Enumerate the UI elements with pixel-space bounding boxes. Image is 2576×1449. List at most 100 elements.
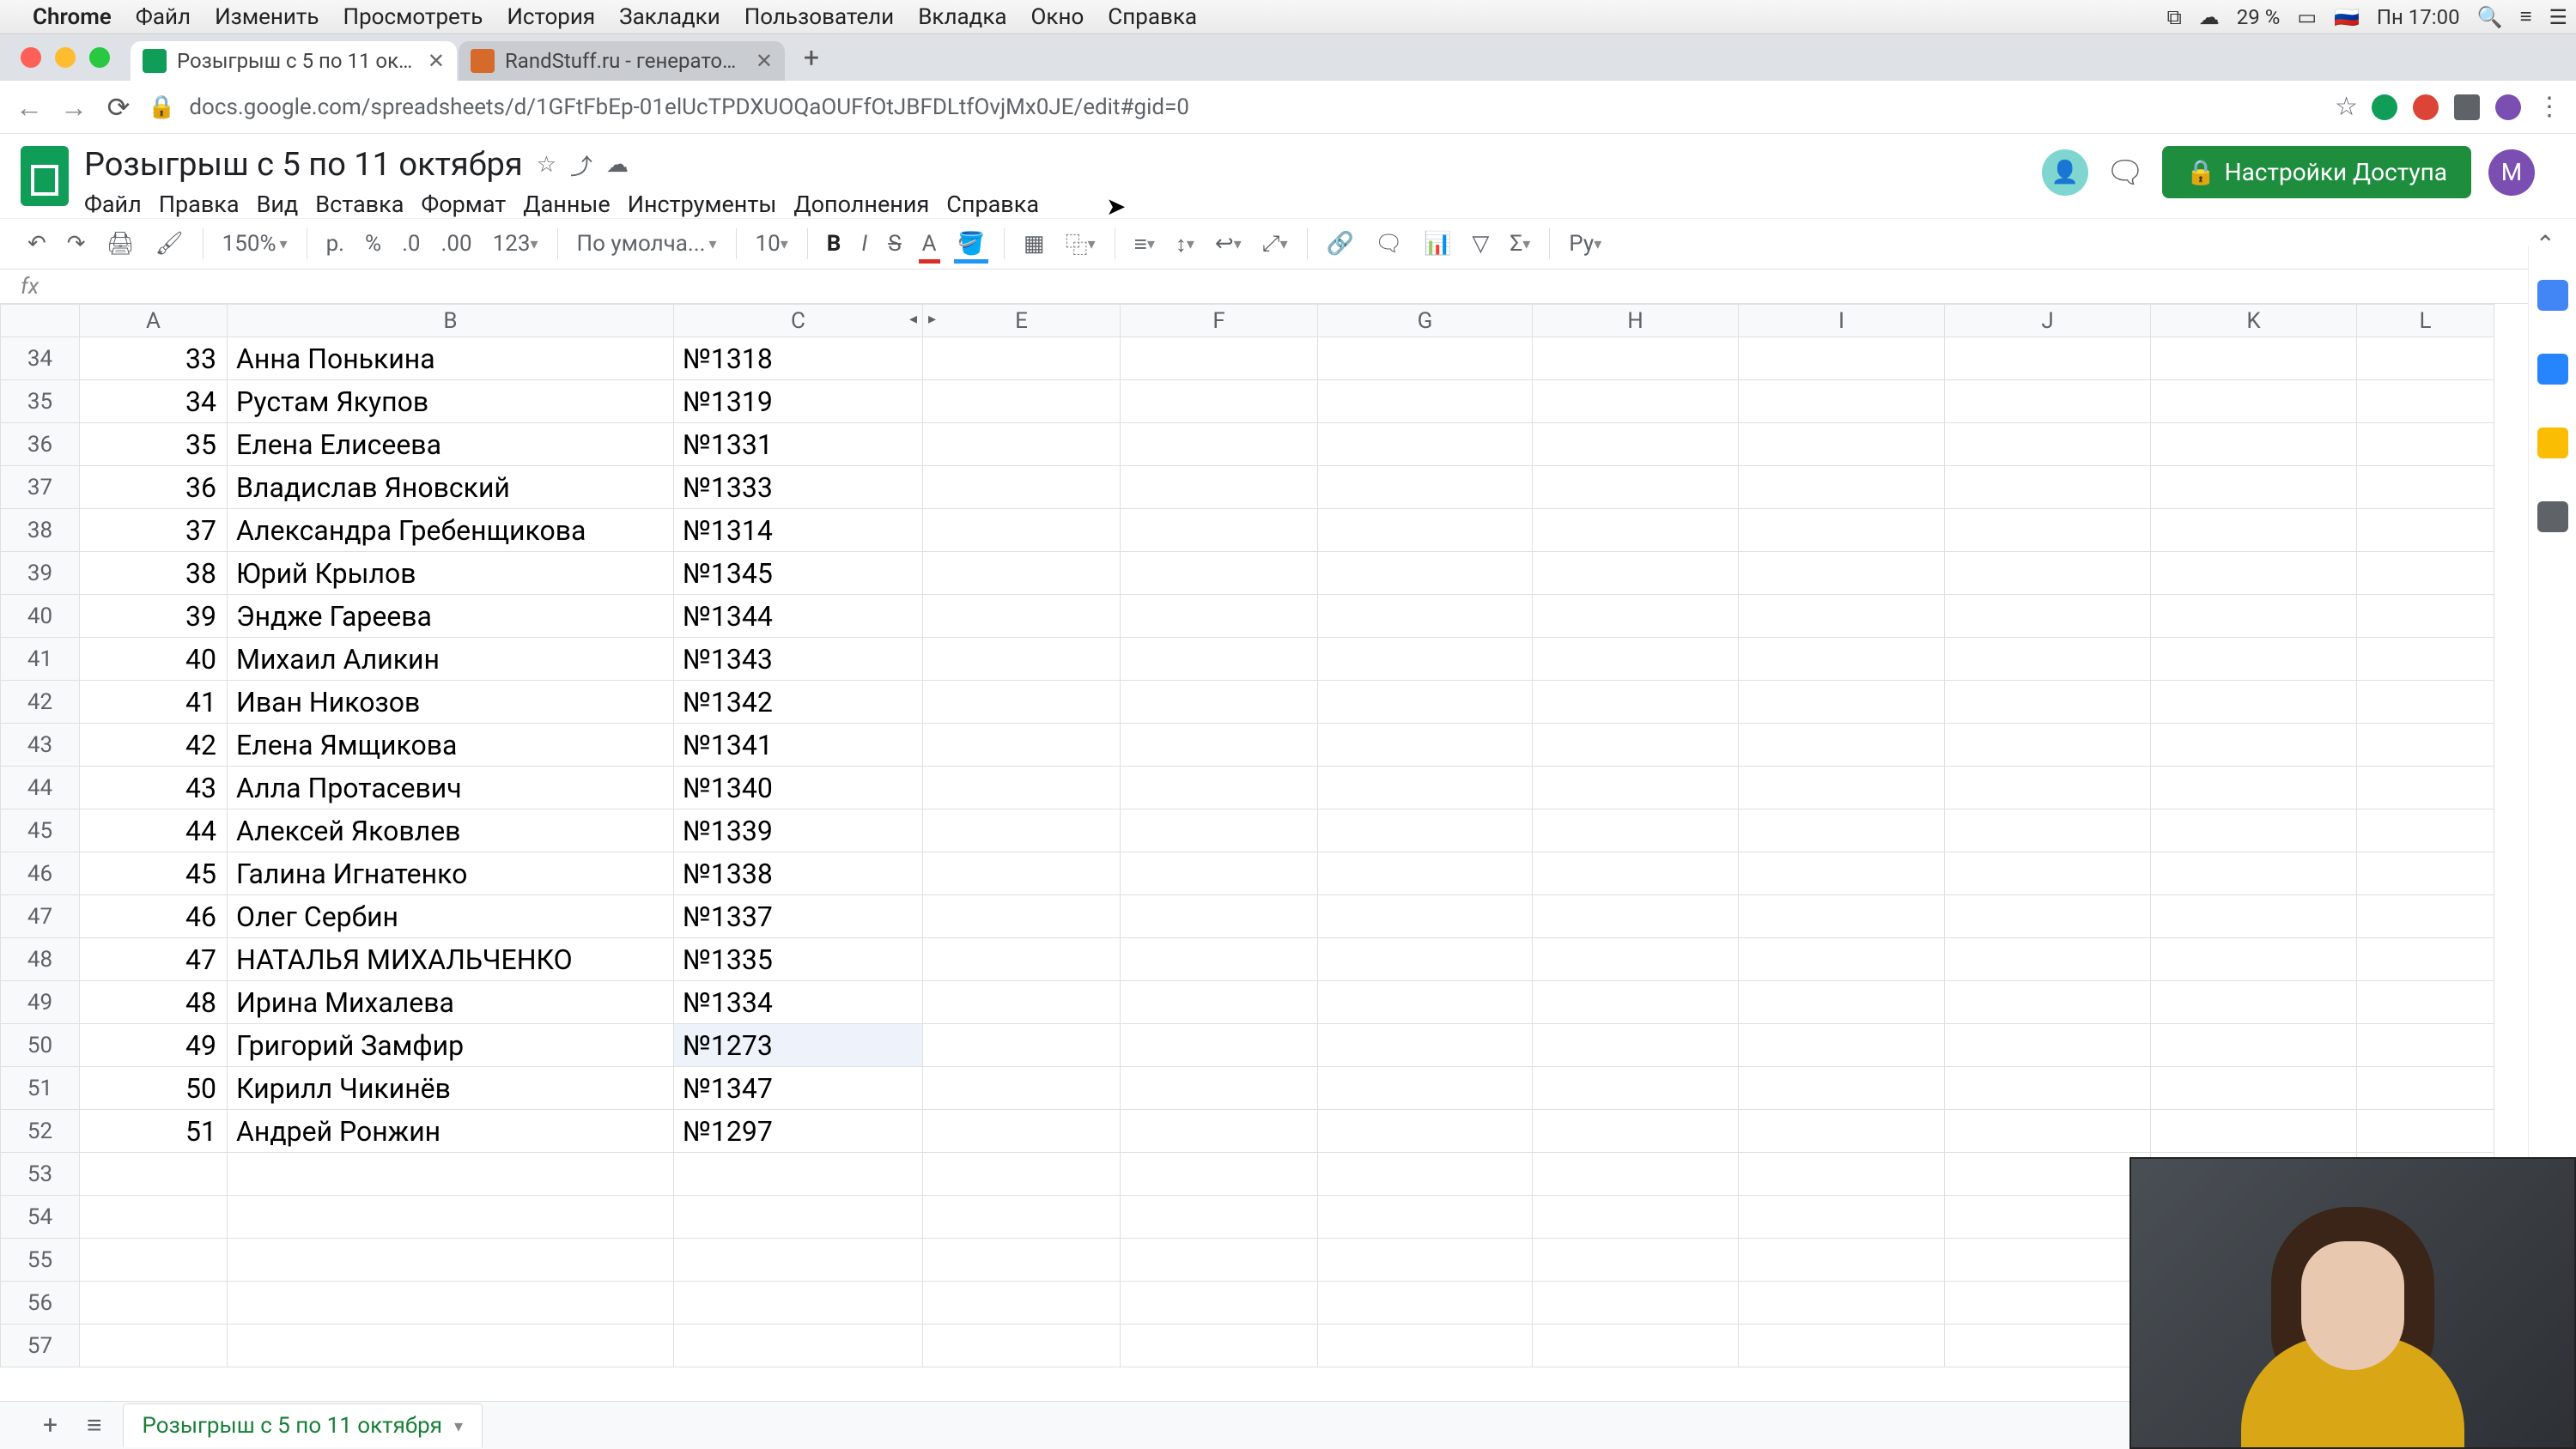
- star-icon[interactable]: ☆: [537, 152, 556, 178]
- cell-L[interactable]: [2357, 509, 2494, 552]
- cell-I[interactable]: [1739, 981, 1945, 1024]
- cell-A[interactable]: 39: [80, 595, 228, 638]
- cell-H[interactable]: [1533, 466, 1739, 509]
- mac-menu-file[interactable]: Файл: [136, 4, 191, 30]
- cell-K[interactable]: [2151, 337, 2357, 380]
- mac-menu-people[interactable]: Пользователи: [744, 4, 894, 30]
- cell-B[interactable]: Андрей Ронжин: [228, 1110, 674, 1153]
- cell-B[interactable]: Иван Никозов: [228, 681, 674, 724]
- cell-F[interactable]: [1121, 681, 1318, 724]
- cell-E[interactable]: [923, 938, 1121, 981]
- table-row[interactable]: 4746Олег Сербин№1337: [1, 895, 2494, 938]
- cell-H[interactable]: [1533, 809, 1739, 852]
- print-icon[interactable]: 🖨: [100, 227, 142, 260]
- cell-K[interactable]: [2151, 466, 2357, 509]
- cell-L[interactable]: [2357, 767, 2494, 809]
- select-all-corner[interactable]: [1, 305, 80, 337]
- row-header[interactable]: 56: [1, 1282, 80, 1325]
- table-row[interactable]: 5251Андрей Ронжин№1297: [1, 1110, 2494, 1153]
- cell-B[interactable]: Галина Игнатенко: [228, 852, 674, 895]
- bookmark-star-icon[interactable]: ☆: [2335, 92, 2358, 122]
- lock-icon[interactable]: 🔒: [148, 94, 175, 120]
- table-row[interactable]: 4443Алла Протасевич№1340: [1, 767, 2494, 809]
- cell-C[interactable]: №1319: [674, 380, 923, 423]
- row-header[interactable]: 51: [1, 1067, 80, 1110]
- clock[interactable]: Пн 17:00: [2377, 5, 2460, 29]
- spotlight-icon[interactable]: 🔍: [2477, 5, 2503, 29]
- cell-G[interactable]: [1318, 724, 1533, 767]
- cell-B[interactable]: НАТАЛЬЯ МИХАЛЬЧЕНКО: [228, 938, 674, 981]
- cell-H[interactable]: [1533, 681, 1739, 724]
- cell-F[interactable]: [1121, 1239, 1318, 1282]
- cell-I[interactable]: [1739, 509, 1945, 552]
- cell-G[interactable]: [1318, 337, 1533, 380]
- horizontal-align[interactable]: ≡: [1127, 227, 1162, 261]
- strikethrough-button[interactable]: S: [881, 227, 908, 260]
- mac-menu-window[interactable]: Окно: [1031, 4, 1084, 30]
- cell-H[interactable]: [1533, 724, 1739, 767]
- extensions-icon[interactable]: [2454, 94, 2480, 120]
- col-header-E[interactable]: ▸ E: [923, 305, 1121, 337]
- cell-K[interactable]: [2151, 509, 2357, 552]
- cell-F[interactable]: [1121, 981, 1318, 1024]
- table-row[interactable]: 55: [1, 1239, 2494, 1282]
- ext-icon-1[interactable]: [2372, 94, 2397, 120]
- format-percent[interactable]: %: [358, 227, 388, 260]
- cell-I[interactable]: [1739, 638, 1945, 681]
- row-header[interactable]: 39: [1, 552, 80, 595]
- cell-A[interactable]: 50: [80, 1067, 228, 1110]
- row-header[interactable]: 46: [1, 852, 80, 895]
- cell-E[interactable]: [923, 466, 1121, 509]
- cell-H[interactable]: [1533, 1239, 1739, 1282]
- cell-H[interactable]: [1533, 1196, 1739, 1239]
- cell-J[interactable]: [1945, 852, 2151, 895]
- undo-icon[interactable]: ↶: [21, 227, 53, 260]
- col-header-H[interactable]: H: [1533, 305, 1739, 337]
- chrome-menu-icon[interactable]: ⋮: [2537, 92, 2562, 122]
- cell-F[interactable]: [1121, 1067, 1318, 1110]
- more-formats[interactable]: 123: [486, 227, 545, 260]
- text-rotation[interactable]: ⤢: [1255, 227, 1295, 261]
- italic-button[interactable]: I: [854, 227, 874, 260]
- mac-menu-help[interactable]: Справка: [1108, 4, 1197, 30]
- cell-G[interactable]: [1318, 1239, 1533, 1282]
- cell-C[interactable]: [674, 1239, 923, 1282]
- cell-I[interactable]: [1739, 1024, 1945, 1067]
- cell-A[interactable]: [80, 1282, 228, 1325]
- cell-F[interactable]: [1121, 638, 1318, 681]
- cell-F[interactable]: [1121, 552, 1318, 595]
- col-header-J[interactable]: J: [1945, 305, 2151, 337]
- cell-K[interactable]: [2151, 895, 2357, 938]
- menu-view[interactable]: Вид: [257, 191, 299, 218]
- cell-H[interactable]: [1533, 938, 1739, 981]
- cell-I[interactable]: [1739, 895, 1945, 938]
- table-row[interactable]: 5150Кирилл Чикинёв№1347: [1, 1067, 2494, 1110]
- cell-E[interactable]: [923, 809, 1121, 852]
- tab-close-active[interactable]: ✕: [428, 49, 445, 73]
- row-header[interactable]: 55: [1, 1239, 80, 1282]
- cell-J[interactable]: [1945, 595, 2151, 638]
- row-header[interactable]: 45: [1, 809, 80, 852]
- battery-percent[interactable]: 29 %: [2237, 5, 2281, 29]
- tab-inactive[interactable]: RandStuff.ru - генератор слу ✕: [459, 41, 785, 81]
- cell-B[interactable]: Анна Понькина: [228, 337, 674, 380]
- cell-H[interactable]: [1533, 981, 1739, 1024]
- col-header-L[interactable]: L: [2357, 305, 2494, 337]
- table-row[interactable]: 5049Григорий Замфир№1273: [1, 1024, 2494, 1067]
- cell-F[interactable]: [1121, 724, 1318, 767]
- text-wrap[interactable]: ↩: [1208, 227, 1249, 260]
- cell-G[interactable]: [1318, 1196, 1533, 1239]
- cell-H[interactable]: [1533, 767, 1739, 809]
- window-minimize[interactable]: [55, 47, 76, 68]
- font-size[interactable]: 10: [749, 227, 795, 260]
- cell-K[interactable]: [2151, 724, 2357, 767]
- cell-K[interactable]: [2151, 767, 2357, 809]
- cell-C[interactable]: [674, 1153, 923, 1196]
- table-row[interactable]: 3938Юрий Крылов№1345: [1, 552, 2494, 595]
- tasks-addon-icon[interactable]: [2537, 427, 2568, 458]
- tab-close-inactive[interactable]: ✕: [756, 49, 773, 73]
- cell-C[interactable]: №1314: [674, 509, 923, 552]
- cell-G[interactable]: [1318, 895, 1533, 938]
- cell-A[interactable]: 38: [80, 552, 228, 595]
- cell-J[interactable]: [1945, 724, 2151, 767]
